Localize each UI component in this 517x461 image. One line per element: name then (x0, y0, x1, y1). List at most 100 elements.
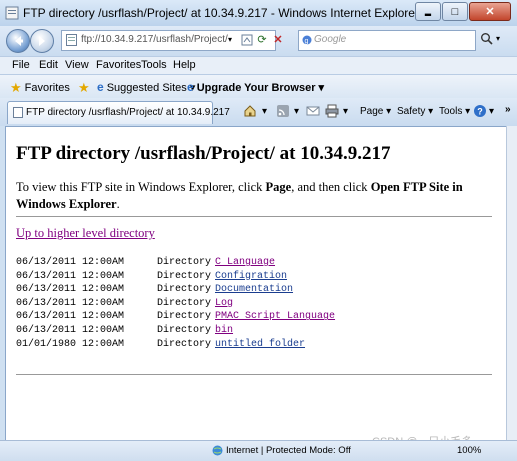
entry-kind: Directory (157, 257, 212, 268)
title-bar: FTP directory /usrflash/Project/ at 10.3… (0, 0, 517, 27)
forward-arrow-icon (39, 36, 45, 46)
menu-view[interactable]: View (65, 59, 89, 71)
ie-logo-icon: e (97, 80, 104, 94)
favorites-bar: ★ Favorites ★ e Suggested Sites ▾ e Upgr… (0, 74, 517, 99)
search-options-chevron-icon[interactable]: ▾ (496, 34, 500, 43)
menu-favorites[interactable]: Favorites (96, 59, 141, 71)
page-icon (66, 34, 77, 46)
entry-kind: Directory (157, 338, 212, 350)
tab-current[interactable]: FTP directory /usrflash/Project/ at 10.3… (7, 101, 230, 124)
favorites-button[interactable]: ★ Favorites (10, 80, 70, 96)
maximize-button[interactable]: □ (442, 2, 468, 21)
status-bar: Internet | Protected Mode: Off 100% (0, 440, 517, 461)
mail-icon[interactable] (306, 104, 320, 118)
compatibility-view-button[interactable] (239, 31, 255, 48)
tools-menu-button[interactable]: Tools ▾ (439, 106, 470, 117)
entry-kind: Directory (157, 270, 212, 282)
upgrade-browser-label: Upgrade Your Browser ▾ (196, 81, 325, 94)
entry-date: 06/13/2011 12:00AM (16, 257, 125, 268)
ie-logo-icon: e (187, 80, 194, 94)
directory-link[interactable]: C Language (215, 257, 275, 268)
minimize-icon: ▂ (424, 7, 432, 16)
directory-link[interactable]: PMAC Script Language (215, 311, 335, 322)
back-arrow-icon (15, 36, 23, 46)
toolbar-overflow-chevron-icon[interactable]: » (505, 104, 511, 115)
page-icon (13, 107, 23, 118)
stop-icon: ✕ (273, 34, 283, 46)
directory-link[interactable]: Log (215, 298, 233, 309)
back-button[interactable] (6, 29, 30, 53)
stop-button[interactable]: ✕ (270, 31, 286, 48)
tab-label: FTP directory /usrflash/Project/ at 10.3… (26, 107, 230, 118)
page-content: FTP directory /usrflash/Project/ at 10.3… (5, 126, 508, 442)
feeds-icon[interactable] (276, 104, 290, 118)
directory-link[interactable]: Documentation (215, 284, 293, 295)
intro-text: To view this FTP site in Windows Explore… (16, 179, 486, 213)
window-controls: ▂ □ ✕ (414, 2, 511, 21)
directory-link[interactable]: untitled folder (215, 339, 305, 350)
vertical-scrollbar[interactable] (506, 126, 517, 440)
minimize-button[interactable]: ▂ (415, 2, 441, 21)
menu-edit[interactable]: Edit (39, 59, 58, 71)
directory-link[interactable]: Configration (215, 271, 287, 282)
help-dropdown-chevron-icon[interactable]: ▾ (489, 106, 494, 117)
page-menu-button[interactable]: Page ▾ (360, 106, 391, 117)
svg-text:g: g (305, 38, 309, 45)
menu-tools[interactable]: Tools (141, 59, 167, 71)
divider (16, 374, 492, 375)
close-button[interactable]: ✕ (469, 2, 511, 21)
suggested-sites-button[interactable]: e Suggested Sites ▾ (97, 80, 195, 94)
help-icon[interactable]: ? (473, 104, 487, 118)
google-icon: g (302, 35, 312, 45)
zone-label: Internet | Protected Mode: Off (226, 445, 351, 456)
print-dropdown-chevron-icon[interactable]: ▾ (343, 106, 348, 117)
home-dropdown-chevron-icon[interactable]: ▾ (262, 106, 267, 117)
intro-text-part: To view this FTP site in Windows Explore… (16, 180, 266, 194)
ie-window: FTP directory /usrflash/Project/ at 10.3… (0, 0, 517, 461)
home-icon[interactable] (243, 104, 257, 118)
search-input[interactable]: g Google (298, 30, 476, 51)
divider (16, 216, 492, 217)
forward-button[interactable] (30, 29, 54, 53)
safety-menu-button[interactable]: Safety ▾ (397, 106, 433, 117)
globe-icon (212, 445, 223, 456)
upgrade-browser-button[interactable]: e Upgrade Your Browser ▾ (187, 80, 324, 94)
favorites-label: Favorites (24, 82, 70, 94)
entry-kind: Directory (157, 284, 212, 296)
svg-text:?: ? (477, 107, 483, 117)
directory-link[interactable]: bin (215, 325, 233, 336)
entry-date: 06/13/2011 12:00AM (16, 311, 125, 323)
menu-help[interactable]: Help (173, 59, 196, 71)
suggested-sites-label: Suggested Sites ▾ (106, 81, 196, 94)
compat-page-icon (241, 34, 253, 45)
address-dropdown-button[interactable]: ▾ (222, 31, 238, 48)
security-zone[interactable]: Internet | Protected Mode: Off (212, 445, 351, 456)
tab-command-bar: FTP directory /usrflash/Project/ at 10.3… (0, 98, 517, 126)
ie-page-icon (5, 6, 19, 20)
feeds-dropdown-chevron-icon[interactable]: ▾ (294, 106, 299, 117)
zoom-level[interactable]: 100% (457, 445, 481, 456)
entry-kind: Directory (157, 324, 212, 336)
page-title: FTP directory /usrflash/Project/ at 10.3… (16, 143, 391, 164)
maximize-icon: □ (451, 5, 459, 18)
intro-text-part: . (116, 197, 120, 211)
intro-text-part: , and then click (291, 180, 371, 194)
add-to-favorites-icon: ★ (78, 80, 90, 95)
entry-kind: Directory (157, 297, 212, 309)
star-icon: ★ (10, 80, 22, 95)
menu-bar: File Edit View Favorites Tools Help (0, 56, 517, 74)
print-icon[interactable] (325, 104, 339, 118)
refresh-icon: ⟳ (257, 34, 267, 46)
entry-date: 06/13/2011 12:00AM (16, 297, 125, 309)
search-placeholder: Google (314, 34, 347, 45)
search-icon[interactable] (480, 32, 494, 46)
close-icon: ✕ (485, 6, 495, 18)
window-title: FTP directory /usrflash/Project/ at 10.3… (23, 6, 419, 20)
up-directory-link[interactable]: Up to higher level directory (16, 226, 155, 241)
add-favorite-button[interactable]: ★ (78, 80, 93, 96)
refresh-button[interactable]: ⟳ (254, 31, 270, 48)
entry-date: 06/13/2011 12:00AM (16, 324, 125, 336)
intro-page-keyword: Page (265, 180, 292, 194)
menu-file[interactable]: File (12, 59, 30, 71)
entry-kind: Directory (157, 311, 212, 323)
